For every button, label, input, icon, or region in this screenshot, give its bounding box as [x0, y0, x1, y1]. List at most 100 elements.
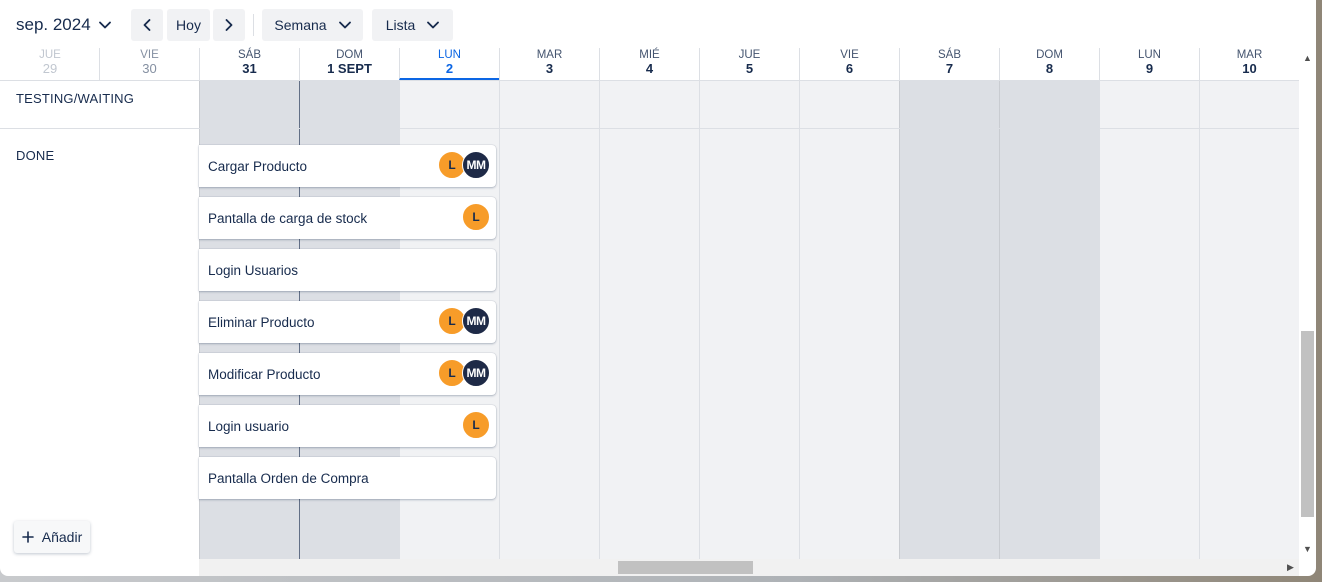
month-selector[interactable]: sep. 2024	[8, 9, 119, 41]
assignees: L	[462, 411, 490, 441]
day-name: MIÉ	[639, 49, 660, 61]
task-title: Login Usuarios	[208, 262, 299, 278]
day-name: VIE	[840, 49, 859, 61]
day-header: MIÉ 4	[599, 48, 699, 80]
day-number: 7	[945, 61, 954, 76]
day-column[interactable]	[1199, 81, 1299, 559]
day-number: 31	[242, 61, 257, 76]
day-name: DOM	[1036, 49, 1063, 61]
vertical-scrollbar-thumb[interactable]	[1301, 331, 1314, 517]
day-column[interactable]	[599, 81, 699, 559]
day-name: MAR	[1236, 49, 1263, 61]
day-number: 4	[645, 61, 654, 76]
assignees: L MM	[438, 359, 490, 389]
avatar[interactable]: L	[462, 203, 490, 231]
scroll-right-icon[interactable]: ▶	[1287, 562, 1294, 573]
day-header: VIE 6	[799, 48, 899, 80]
month-label: sep. 2024	[16, 15, 91, 34]
day-name: MAR	[536, 49, 563, 61]
day-column[interactable]	[1099, 81, 1199, 559]
chevron-right-icon	[225, 19, 233, 31]
day-name: JUE	[738, 49, 761, 61]
chevron-left-icon	[143, 19, 151, 31]
day-header: SÁB 7	[899, 48, 999, 80]
day-number: 6	[845, 61, 854, 76]
scroll-up-icon[interactable]: ▲	[1303, 53, 1312, 63]
day-header-today: LUN 2	[399, 48, 499, 80]
chevron-down-icon	[338, 21, 351, 29]
day-header: VIE 30	[99, 48, 199, 80]
day-number: 3	[545, 61, 554, 76]
day-name: SÁB	[937, 49, 961, 61]
day-header: DOM 1 SEPT	[299, 48, 399, 80]
day-name: JUE	[39, 49, 61, 61]
day-name: LUN	[1137, 49, 1161, 61]
view-mode-dropdown[interactable]: Lista	[372, 9, 453, 41]
task-title: Pantalla de carga de stock	[208, 210, 368, 226]
day-header: JUE 29	[0, 48, 100, 80]
day-column[interactable]	[799, 81, 899, 559]
toolbar-divider	[253, 14, 254, 36]
day-header-row: JUE 29 VIE 30 SÁB 31 DOM 1 SEPT LUN 2 MA…	[0, 48, 1299, 81]
day-number: 1 SEPT	[327, 61, 372, 76]
plus-icon	[21, 531, 34, 543]
assignees: L	[462, 203, 490, 233]
today-button[interactable]: Hoy	[167, 9, 210, 41]
day-header: MAR 10	[1199, 48, 1299, 80]
task-card[interactable]: Login Usuarios	[199, 249, 496, 291]
day-number: 8	[1045, 61, 1054, 76]
add-button[interactable]: Añadir	[14, 521, 90, 553]
task-title: Cargar Producto	[208, 158, 308, 174]
scroll-down-icon[interactable]: ▼	[1303, 544, 1312, 554]
day-name: SÁB	[237, 49, 261, 61]
group-label-done: DONE	[16, 148, 55, 163]
day-number: 10	[1242, 61, 1257, 76]
chevron-down-icon	[98, 21, 111, 29]
task-card[interactable]: Login usuario L	[199, 405, 496, 447]
day-column-weekend[interactable]	[899, 81, 999, 559]
group-label-testing: TESTING/WAITING	[16, 91, 135, 106]
calendar-panel: sep. 2024 Hoy Semana Lista JUE 29 VIE 30…	[0, 0, 1316, 576]
avatar[interactable]: MM	[462, 307, 490, 335]
day-number: 9	[1145, 61, 1154, 76]
task-card[interactable]: Pantalla Orden de Compra	[199, 457, 496, 499]
day-number: 30	[142, 61, 157, 76]
add-label: Añadir	[41, 529, 83, 545]
task-card[interactable]: Eliminar Producto L MM	[199, 301, 496, 343]
day-header: LUN 9	[1099, 48, 1199, 80]
day-header: MAR 3	[499, 48, 599, 80]
previous-week-button[interactable]	[131, 9, 163, 41]
day-number: 29	[42, 61, 58, 76]
day-number: 5	[745, 61, 754, 76]
task-card[interactable]: Cargar Producto L MM	[199, 145, 496, 187]
assignees: L MM	[438, 307, 490, 337]
task-title: Login usuario	[208, 418, 290, 434]
view-mode-label: Lista	[385, 17, 416, 33]
view-range-label: Semana	[274, 17, 327, 33]
next-week-button[interactable]	[213, 9, 245, 41]
task-title: Eliminar Producto	[208, 314, 315, 330]
group-divider	[0, 128, 1299, 129]
assignees: L MM	[438, 151, 490, 181]
day-header: DOM 8	[999, 48, 1099, 80]
horizontal-scrollbar-thumb[interactable]	[618, 561, 753, 574]
avatar[interactable]: MM	[462, 359, 490, 387]
avatar[interactable]: L	[462, 411, 490, 439]
day-name: LUN	[437, 49, 461, 61]
day-column[interactable]	[699, 81, 799, 559]
day-header: SÁB 31	[199, 48, 299, 80]
calendar-toolbar: sep. 2024 Hoy Semana Lista	[0, 0, 1316, 48]
day-column[interactable]	[499, 81, 599, 559]
day-column-weekend[interactable]	[999, 81, 1099, 559]
day-name: DOM	[336, 49, 363, 61]
avatar[interactable]: MM	[462, 151, 490, 179]
task-title: Pantalla Orden de Compra	[208, 470, 369, 486]
day-number: 2	[445, 61, 454, 76]
chevron-down-icon	[427, 21, 440, 29]
day-name: VIE	[140, 49, 159, 61]
view-range-dropdown[interactable]: Semana	[262, 9, 363, 41]
task-card[interactable]: Pantalla de carga de stock L	[199, 197, 496, 239]
task-title: Modificar Producto	[208, 366, 321, 382]
task-card[interactable]: Modificar Producto L MM	[199, 353, 496, 395]
day-header: JUE 5	[699, 48, 799, 80]
